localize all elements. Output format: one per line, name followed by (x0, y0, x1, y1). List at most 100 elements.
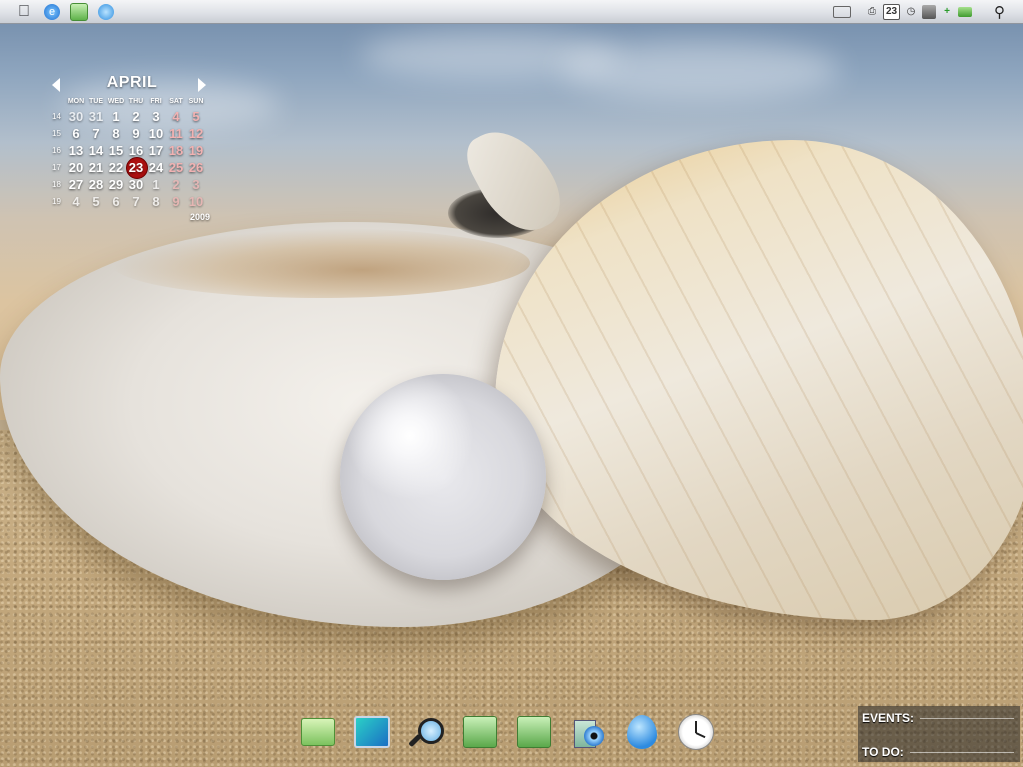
dock-item-green-app[interactable] (462, 714, 498, 750)
calendar-day[interactable]: 9 (166, 193, 186, 210)
calendar-day[interactable]: 19 (186, 142, 206, 159)
water-drop-icon (627, 715, 657, 749)
calendar-day[interactable]: 7 (126, 193, 146, 210)
calendar-year: 2009 (189, 212, 210, 222)
todo-row[interactable]: TO DO: (858, 740, 1020, 764)
calendar-day-number: 20 (68, 160, 84, 175)
internet-explorer-icon[interactable]: e (44, 3, 60, 20)
calendar-day-number: 6 (112, 194, 120, 209)
calendar-week-number: 18 (52, 180, 61, 189)
calendar-day[interactable]: 3 (186, 176, 206, 193)
calendar-weekday: SAT (169, 98, 183, 105)
events-row[interactable]: EVENTS: (858, 706, 1020, 730)
search-icon[interactable]: ⚲ (994, 3, 1005, 21)
calendar-day-number: 22 (108, 160, 124, 175)
wallpaper-shell-rim (110, 228, 530, 298)
green-app-icon (517, 716, 551, 748)
calendar-weekday: FRI (150, 98, 162, 105)
calendar-day[interactable]: 4 (66, 193, 86, 210)
calendar-day[interactable]: 6 (106, 193, 126, 210)
printer-icon[interactable]: ⎙ (865, 5, 879, 19)
calendar-day[interactable]: 8 (146, 193, 166, 210)
todo-label: TO DO: (862, 745, 904, 759)
wallpaper-cloud (560, 40, 840, 100)
folder-icon (301, 718, 335, 746)
calendar-day-number: 1 (152, 177, 160, 192)
calendar-weekday: SUN (188, 98, 204, 105)
calendar-day[interactable]: 1 (146, 176, 166, 193)
green-app-icon (463, 716, 497, 748)
calendar-day-number: 30 (128, 177, 144, 192)
calendar-day-number: 27 (68, 177, 84, 192)
calendar-day-number: 14 (88, 143, 104, 158)
calendar-day[interactable]: 15 (106, 142, 126, 159)
calendar-day-number: 10 (148, 126, 164, 141)
calendar-day[interactable]: 8 (106, 125, 126, 142)
calendar-day[interactable]: 4 (166, 108, 186, 125)
calendar-day[interactable]: 28 (86, 176, 106, 193)
calendar-day[interactable]: 5 (186, 108, 206, 125)
dock-item-green-app-2[interactable] (516, 714, 552, 750)
blue-globe-icon[interactable] (98, 3, 114, 20)
calendar-day[interactable]: 13 (66, 142, 86, 159)
calendar-day-today[interactable]: 23 (126, 157, 148, 179)
calendar-day-number: 1 (112, 109, 120, 124)
calendar-day[interactable]: 2 (126, 108, 146, 125)
calendar-day-number: 9 (172, 194, 180, 209)
dock-item-search[interactable] (408, 714, 444, 750)
dock-item-monitor[interactable] (354, 714, 390, 750)
calendar-day[interactable]: 10 (146, 125, 166, 142)
next-month-icon[interactable] (198, 78, 206, 92)
calendar-day[interactable]: 7 (86, 125, 106, 142)
calendar-day-number: 17 (148, 143, 164, 158)
calendar-day[interactable]: 11 (166, 125, 186, 142)
calendar-day[interactable]: 1 (106, 108, 126, 125)
monitor-icon (354, 716, 390, 748)
calendar-day[interactable]: 17 (146, 142, 166, 159)
calendar-day[interactable]: 31 (86, 108, 106, 125)
calendar-day[interactable]: 3 (146, 108, 166, 125)
calendar-weekday: TUE (89, 98, 103, 105)
calendar-corner (48, 96, 66, 108)
calendar-week-number: 16 (52, 146, 61, 155)
calendar-day-number: 4 (72, 194, 80, 209)
calendar-widget: APRIL MON TUE WED THU FRI SAT SUN 14 30 31 1 2 3 4 5 15… (48, 74, 216, 222)
calendar-day-number: 7 (132, 194, 140, 209)
calendar-icon[interactable]: 23 (883, 3, 900, 20)
network-icon[interactable] (922, 4, 936, 19)
clock-icon[interactable]: ◷ (904, 5, 918, 19)
calendar-day[interactable]: 9 (126, 125, 146, 142)
dock-item-water-drop[interactable] (624, 714, 660, 750)
calendar-day[interactable]: 10 (186, 193, 206, 210)
calendar-day[interactable]: 29 (106, 176, 126, 193)
dock-item-clock[interactable] (678, 714, 714, 750)
add-icon[interactable]: + (940, 5, 954, 19)
calendar-day[interactable]: 20 (66, 159, 86, 176)
calendar-day[interactable]: 5 (86, 193, 106, 210)
green-folder-icon[interactable] (70, 2, 88, 21)
calendar-day[interactable]: 30 (126, 176, 146, 193)
calendar-day[interactable]: 24 (146, 159, 166, 176)
calendar-day[interactable]: 30 (66, 108, 86, 125)
calendar-header: APRIL (48, 74, 216, 96)
calendar-day[interactable]: 6 (66, 125, 86, 142)
calendar-day[interactable]: 25 (166, 159, 186, 176)
calendar-day[interactable]: 27 (66, 176, 86, 193)
mail-icon[interactable] (958, 6, 972, 17)
keyboard-icon[interactable] (833, 5, 851, 18)
calendar-day-number: 28 (88, 177, 104, 192)
calendar-day[interactable]: 12 (186, 125, 206, 142)
calendar-day[interactable]: 21 (86, 159, 106, 176)
calendar-day[interactable]: 14 (86, 142, 106, 159)
dock-item-media-player[interactable] (570, 714, 606, 750)
calendar-day[interactable]: 22 (106, 159, 126, 176)
calendar-day-number: 26 (188, 160, 204, 175)
calendar-day[interactable]: 18 (166, 142, 186, 159)
apple-logo-icon[interactable]:  (18, 3, 34, 21)
calendar-day[interactable]: 26 (186, 159, 206, 176)
calendar-day[interactable]: 2 (166, 176, 186, 193)
calendar-month: APRIL (106, 74, 158, 91)
notes-widget: EVENTS: TO DO: (858, 706, 1020, 762)
dock-item-folder[interactable] (300, 714, 336, 750)
calendar-day-number: 2 (132, 109, 140, 124)
